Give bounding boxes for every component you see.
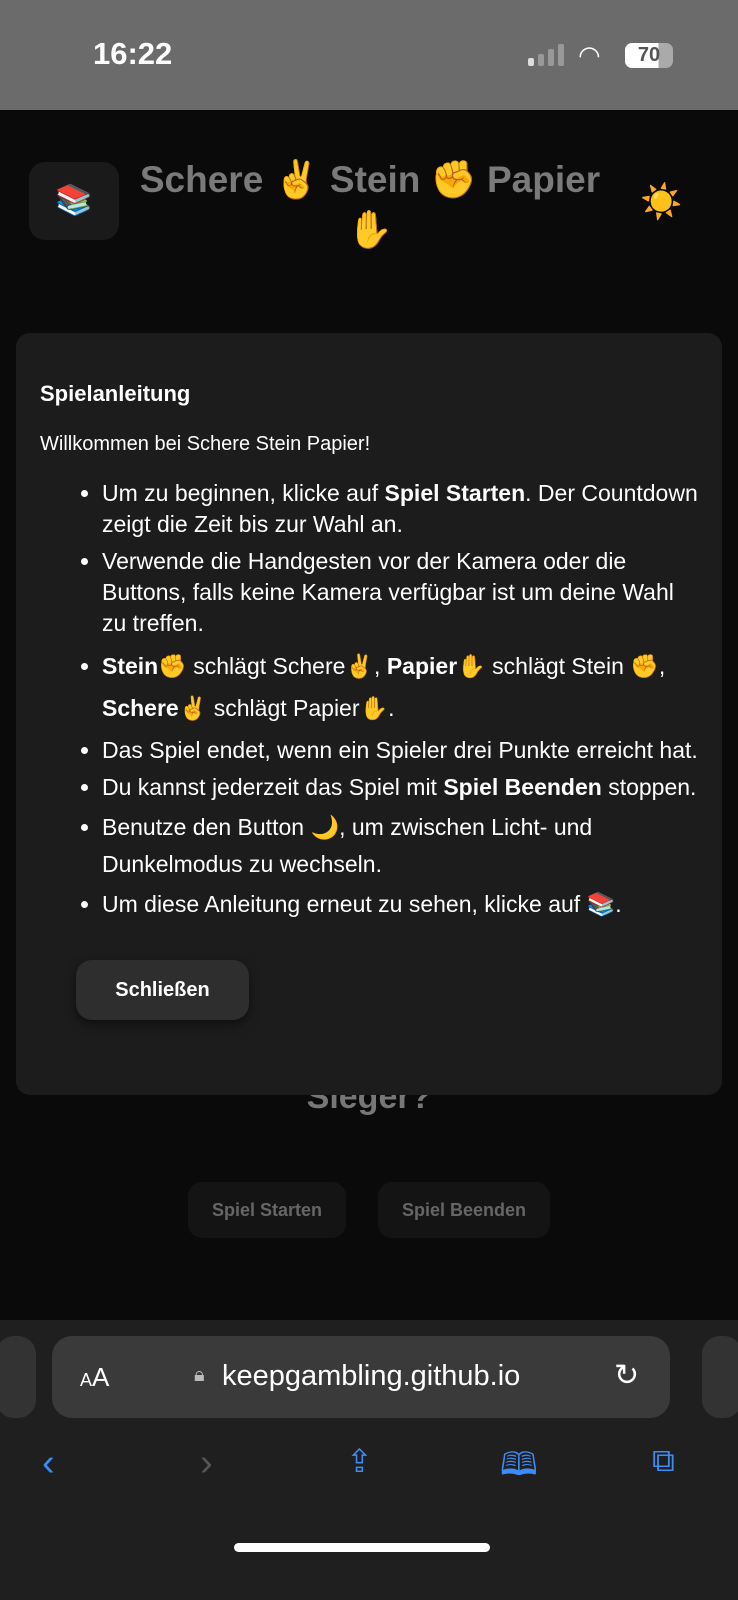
- bold-text: Stein✊: [102, 653, 187, 679]
- wifi-icon: ◠: [578, 40, 601, 70]
- instructions-list: Um zu beginnen, klicke auf Spiel Starten…: [40, 478, 698, 920]
- game-controls: Spiel Starten Spiel Beenden: [0, 1182, 738, 1238]
- lock-icon: 🔒︎: [194, 1364, 205, 1386]
- list-item: Um diese Anleitung erneut zu sehen, klic…: [102, 889, 698, 920]
- previous-tab-pill[interactable]: [0, 1336, 36, 1418]
- text: Um zu beginnen, klicke auf: [102, 480, 385, 506]
- reload-icon[interactable]: ↻: [614, 1358, 639, 1393]
- page-title: Schere ✌️ Stein ✊ Papier ✋: [139, 159, 601, 250]
- start-game-button[interactable]: Spiel Starten: [187, 1182, 346, 1238]
- signal-icon: [528, 44, 564, 66]
- list-item: Stein✊ schlägt Schere✌️, Papier✋ schlägt…: [102, 645, 698, 729]
- list-item: Um zu beginnen, klicke auf Spiel Starten…: [102, 478, 698, 540]
- reader-settings-button[interactable]: AA: [80, 1362, 109, 1393]
- text: stoppen.: [601, 774, 697, 800]
- modal-intro: Willkommen bei Schere Stein Papier!: [40, 433, 371, 455]
- aa-small: A: [80, 1370, 93, 1390]
- help-button[interactable]: 📚: [29, 162, 119, 240]
- list-item: Das Spiel endet, wenn ein Spieler drei P…: [102, 735, 698, 766]
- end-game-button[interactable]: Spiel Beenden: [378, 1182, 551, 1238]
- theme-toggle-sun-icon[interactable]: ☀️: [640, 182, 682, 222]
- bold-text: Spiel Starten: [384, 480, 526, 506]
- modal-title: Spielanleitung: [40, 381, 191, 406]
- forward-icon[interactable]: ›: [200, 1442, 213, 1485]
- text: Benutze den Button 🌙, um zwischen Licht-…: [102, 814, 593, 877]
- instructions-modal: Spielanleitung Willkommen bei Schere Ste…: [16, 333, 722, 1095]
- text: Um diese Anleitung erneut zu sehen, klic…: [102, 891, 622, 917]
- list-item: Verwende die Handgesten vor der Kamera o…: [102, 546, 698, 639]
- text: schlägt Stein ✊,: [485, 653, 666, 679]
- share-icon[interactable]: ⇪: [346, 1442, 373, 1480]
- address-bar[interactable]: AA 🔒︎ keepgambling.github.io ↻: [52, 1336, 670, 1418]
- close-button[interactable]: Schließen: [76, 960, 249, 1020]
- aa-large: A: [92, 1362, 110, 1392]
- clock: 16:22: [93, 36, 173, 71]
- bold-text: Papier✋: [386, 653, 486, 679]
- list-item: Du kannst jederzeit das Spiel mit Spiel …: [102, 772, 698, 803]
- url-text[interactable]: keepgambling.github.io: [222, 1360, 520, 1393]
- home-indicator: [234, 1543, 490, 1552]
- text: schlägt Papier✋.: [207, 695, 395, 721]
- status-bar: 16:22 ◠ 70: [0, 0, 738, 110]
- battery-icon: 70: [625, 43, 673, 68]
- text: Verwende die Handgesten vor der Kamera o…: [102, 548, 674, 636]
- text: schlägt Schere✌️,: [186, 653, 387, 679]
- bold-text: Schere✌️: [102, 695, 208, 721]
- back-icon[interactable]: ‹: [42, 1442, 55, 1485]
- tabs-icon[interactable]: ⧉: [652, 1442, 675, 1480]
- list-item: Benutze den Button 🌙, um zwischen Licht-…: [102, 809, 698, 883]
- bold-text: Spiel Beenden: [443, 774, 602, 800]
- bookmarks-icon[interactable]: 🕮︎: [500, 1442, 538, 1496]
- text: Das Spiel endet, wenn ein Spieler drei P…: [102, 737, 698, 763]
- browser-toolbar: AA 🔒︎ keepgambling.github.io ↻ ‹ › ⇪ 🕮︎ …: [0, 1320, 738, 1600]
- next-tab-pill[interactable]: [702, 1336, 738, 1418]
- text: Du kannst jederzeit das Spiel mit: [102, 774, 444, 800]
